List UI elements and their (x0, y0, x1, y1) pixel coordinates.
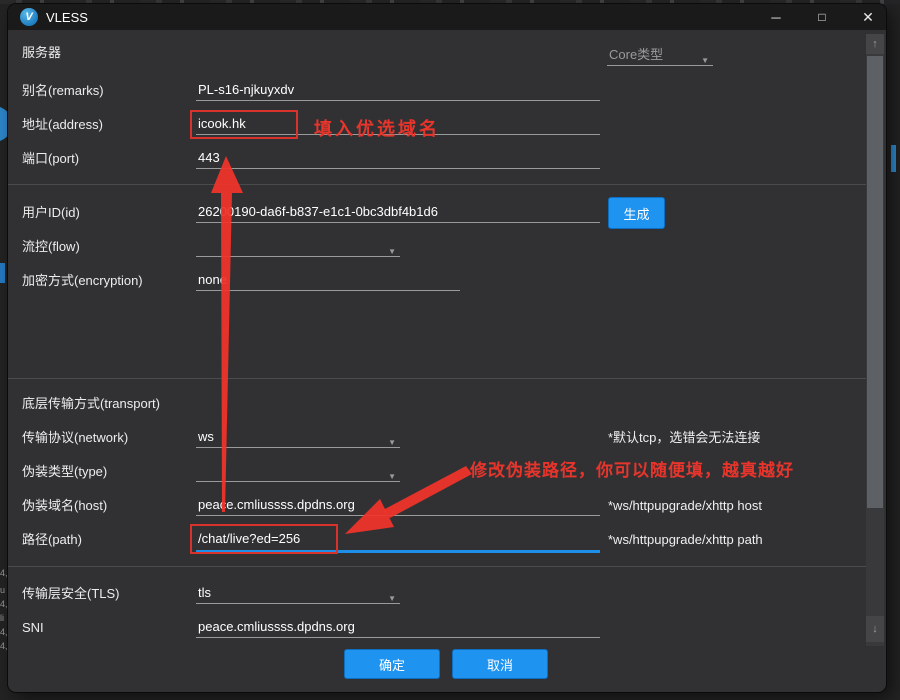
chevron-down-icon: ▼ (388, 467, 396, 487)
generate-uuid-button[interactable]: 生成 (608, 197, 665, 229)
scrollbar-thumb[interactable] (867, 56, 883, 508)
chevron-down-icon: ▼ (388, 589, 396, 609)
tls-value: tls (198, 585, 211, 600)
vless-dialog: V VLESS ─ □ ✕ 服务器 Core类型 ▼ 别名(remarks) P… (8, 4, 886, 692)
network-label: 传输协议(network) (22, 427, 128, 448)
address-annotation: 填入优选域名 (314, 115, 440, 141)
window-title: VLESS (46, 10, 88, 25)
camouflage-type-dropdown[interactable]: ▼ (196, 461, 400, 482)
encryption-input[interactable]: none (196, 270, 460, 291)
port-input[interactable]: 443 (196, 148, 600, 169)
sni-label: SNI (22, 617, 44, 638)
uuid-input[interactable]: 26200190-da6f-b837-e1c1-0bc3dbf4b1d6 (196, 202, 600, 223)
tls-dropdown[interactable]: tls ▼ (196, 583, 400, 604)
path-highlight-box (190, 524, 338, 554)
host-note: *ws/httpupgrade/xhttp host (608, 495, 762, 516)
transport-section-header: 底层传输方式(transport) (22, 393, 160, 414)
scroll-down-button[interactable]: ↓ (866, 616, 884, 642)
app-icon: V (20, 8, 38, 26)
maximize-button[interactable]: □ (804, 4, 840, 30)
tls-label: 传输层安全(TLS) (22, 583, 120, 604)
host-label: 伪装域名(host) (22, 495, 107, 516)
flow-dropdown[interactable]: ▼ (196, 236, 400, 257)
encryption-label: 加密方式(encryption) (22, 270, 143, 291)
scroll-up-button[interactable]: ↑ (866, 34, 884, 54)
network-dropdown[interactable]: ws ▼ (196, 427, 400, 448)
port-label: 端口(port) (22, 148, 79, 169)
sni-input[interactable]: peace.cmliussss.dpdns.org (196, 617, 600, 638)
background-selection-fragment (0, 263, 5, 283)
section-divider (8, 378, 866, 379)
arrow-up-icon: ↑ (872, 38, 878, 50)
close-button[interactable]: ✕ (850, 4, 886, 30)
background-scroll-mark (891, 145, 896, 172)
section-divider (8, 184, 866, 185)
path-note: *ws/httpupgrade/xhttp path (608, 529, 763, 550)
chevron-down-icon: ▼ (388, 433, 396, 453)
address-highlight-box (190, 110, 298, 139)
path-label: 路径(path) (22, 529, 82, 550)
flow-label: 流控(flow) (22, 236, 80, 257)
address-label: 地址(address) (22, 114, 103, 135)
remarks-label: 别名(remarks) (22, 80, 104, 101)
title-bar[interactable]: V VLESS ─ □ ✕ (8, 4, 886, 30)
remarks-input[interactable]: PL-s16-njkuyxdv (196, 80, 600, 101)
network-value: ws (198, 429, 214, 444)
core-type-dropdown[interactable]: Core类型 ▼ (607, 45, 713, 66)
camouflage-type-label: 伪装类型(type) (22, 461, 107, 482)
scrollbar[interactable]: ↑ ↓ (866, 34, 884, 646)
uuid-label: 用户ID(id) (22, 202, 80, 223)
chevron-down-icon: ▼ (388, 242, 396, 262)
core-type-label: Core类型 (609, 47, 663, 62)
server-section-header: 服务器 (22, 42, 61, 63)
arrow-down-icon: ↓ (872, 623, 878, 635)
minimize-button[interactable]: ─ (758, 4, 794, 30)
network-note: *默认tcp，选错会无法连接 (608, 427, 760, 448)
section-divider (8, 566, 866, 567)
ok-button[interactable]: 确定 (344, 649, 440, 679)
cancel-button[interactable]: 取消 (452, 649, 548, 679)
path-annotation: 修改伪装路径，你可以随便填，越真越好 (470, 456, 794, 481)
host-input[interactable]: peace.cmliussss.dpdns.org (196, 495, 600, 516)
chevron-down-icon: ▼ (701, 51, 709, 71)
